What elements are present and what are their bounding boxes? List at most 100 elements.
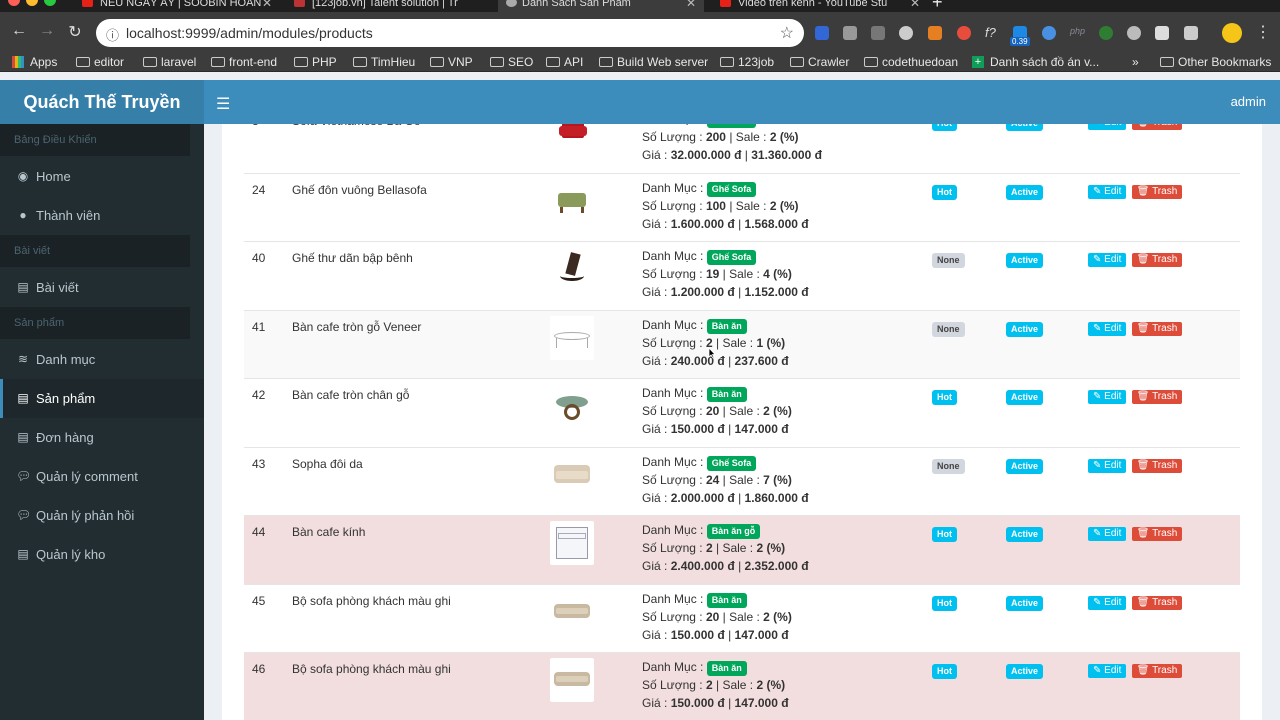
- menu-dots-icon[interactable]: ⋮: [1254, 22, 1272, 42]
- edit-button[interactable]: ✎ Edit: [1088, 595, 1127, 610]
- bookmark-folder[interactable]: TimHieu: [353, 54, 415, 70]
- gear-icon[interactable]: [899, 26, 913, 40]
- extension-icon[interactable]: [957, 26, 971, 40]
- bookmark-folder[interactable]: laravel: [143, 54, 196, 70]
- info-icon[interactable]: ⓘ: [106, 25, 119, 44]
- extension-icon[interactable]: [1099, 26, 1113, 40]
- bookmark-folder[interactable]: Crawler: [790, 54, 849, 70]
- php-icon[interactable]: php: [1070, 26, 1085, 40]
- close-window-button[interactable]: [8, 0, 20, 6]
- trash-button[interactable]: 🗑︎ Trash: [1131, 184, 1183, 199]
- status-badge[interactable]: Active: [1006, 390, 1044, 405]
- edit-button[interactable]: ✎ Edit: [1088, 184, 1127, 199]
- edit-button[interactable]: ✎ Edit: [1088, 390, 1127, 404]
- bookmark-sheet[interactable]: + Danh sách đồ án v...: [972, 54, 1099, 70]
- extension-icon[interactable]: [1184, 26, 1198, 40]
- bookmark-folder[interactable]: API: [546, 54, 583, 70]
- hot-badge[interactable]: None: [932, 458, 965, 474]
- hot-badge[interactable]: Hot: [932, 184, 957, 200]
- mask-icon[interactable]: [1155, 26, 1169, 40]
- atom-icon[interactable]: [1127, 26, 1141, 40]
- sidebar-item-categories[interactable]: ≋ Danh mục: [0, 340, 204, 379]
- avatar[interactable]: [1222, 23, 1242, 43]
- reload-icon[interactable]: ↻: [66, 22, 84, 42]
- address-bar[interactable]: ⓘ localhost:9999/admin/modules/products …: [96, 19, 804, 47]
- trash-button[interactable]: 🗑︎ Trash: [1131, 390, 1183, 404]
- product-id: 3: [244, 124, 284, 173]
- hot-badge[interactable]: Hot: [932, 527, 957, 542]
- status-cell: Active: [998, 583, 1080, 653]
- url-text[interactable]: localhost:9999/admin/modules/products: [126, 25, 373, 41]
- browser-tab[interactable]: Video trên kênh - YouTube Stu ✕: [720, 0, 920, 12]
- edit-button[interactable]: ✎ Edit: [1088, 321, 1127, 336]
- bookmark-folder[interactable]: Build Web server: [599, 54, 708, 70]
- trash-label: Trash: [1152, 124, 1177, 128]
- close-tab-icon[interactable]: ✕: [686, 0, 696, 12]
- sidebar-item-products[interactable]: ▤ Sản phẩm: [0, 379, 204, 418]
- sidebar-item-feedback[interactable]: 💬︎ Quản lý phản hồi: [0, 496, 204, 535]
- bookmark-folder[interactable]: front-end: [211, 54, 277, 70]
- browser-tab-active[interactable]: Danh Sách Sản Phẩm ✕: [498, 0, 704, 12]
- trash-button[interactable]: 🗑︎ Trash: [1131, 527, 1183, 541]
- hot-badge[interactable]: None: [932, 321, 965, 337]
- new-tab-icon[interactable]: +: [932, 0, 943, 12]
- bookmark-folder[interactable]: PHP: [294, 54, 337, 70]
- extension-icon[interactable]: [1042, 26, 1056, 40]
- extension-icon[interactable]: [815, 26, 829, 40]
- hot-badge[interactable]: Hot: [932, 390, 957, 405]
- user-menu[interactable]: admin: [1231, 94, 1266, 109]
- sidebar-item-orders[interactable]: ▤ Đơn hàng: [0, 418, 204, 457]
- bookmark-folder[interactable]: codethuedoan: [864, 54, 958, 70]
- hamburger-menu-icon[interactable]: ☰: [216, 94, 230, 114]
- status-badge[interactable]: Active: [1006, 184, 1044, 200]
- close-tab-icon[interactable]: ✕: [262, 0, 272, 12]
- edit-button[interactable]: ✎ Edit: [1088, 253, 1127, 267]
- hot-badge[interactable]: Hot: [932, 124, 957, 131]
- trash-button[interactable]: 🗑︎ Trash: [1131, 595, 1183, 610]
- browser-tab[interactable]: NẾU NGÀY ẤY | SOOBIN HOÀN ✕: [82, 0, 272, 12]
- bookmark-star-icon[interactable]: ☆: [780, 23, 794, 43]
- trash-button[interactable]: 🗑︎ Trash: [1131, 664, 1183, 678]
- hot-badge[interactable]: Hot: [932, 664, 957, 679]
- sidebar-item-members[interactable]: ● Thành viên: [0, 196, 204, 235]
- status-badge[interactable]: Active: [1006, 595, 1044, 611]
- edit-button[interactable]: ✎ Edit: [1088, 664, 1127, 678]
- edit-button[interactable]: ✎ Edit: [1088, 527, 1127, 541]
- hot-badge[interactable]: None: [932, 253, 965, 268]
- trash-button[interactable]: 🗑︎ Trash: [1131, 458, 1183, 473]
- camera-icon[interactable]: [843, 26, 857, 40]
- status-badge[interactable]: Active: [1006, 253, 1044, 268]
- hot-badge[interactable]: Hot: [932, 595, 957, 611]
- bookmark-folder[interactable]: SEO: [490, 54, 533, 70]
- bookmark-folder[interactable]: VNP: [430, 54, 473, 70]
- status-badge[interactable]: Active: [1006, 664, 1044, 679]
- sidebar-item-home[interactable]: ◉ Home: [0, 157, 204, 196]
- more-bookmarks-icon[interactable]: »: [1114, 54, 1139, 70]
- maximize-window-button[interactable]: [44, 0, 56, 6]
- edit-button[interactable]: ✎ Edit: [1088, 458, 1127, 473]
- logo[interactable]: Quách Thế Truyền: [0, 80, 204, 124]
- edit-button[interactable]: ✎ Edit: [1088, 124, 1127, 130]
- sidebar-item-posts[interactable]: ▤ Bài viết: [0, 268, 204, 307]
- bookmark-folder[interactable]: editor: [76, 54, 124, 70]
- bookmark-apps[interactable]: Apps: [12, 54, 57, 70]
- trash-button[interactable]: 🗑︎ Trash: [1131, 321, 1183, 336]
- status-badge[interactable]: Active: [1006, 527, 1044, 542]
- back-icon[interactable]: ←: [10, 22, 28, 40]
- status-badge[interactable]: Active: [1006, 458, 1044, 474]
- trash-button[interactable]: 🗑︎ Trash: [1131, 124, 1183, 130]
- extension-icon[interactable]: [871, 26, 885, 40]
- forward-icon[interactable]: →: [38, 22, 56, 40]
- sidebar-item-warehouse[interactable]: ▤ Quản lý kho: [0, 535, 204, 574]
- status-badge[interactable]: Active: [1006, 124, 1044, 131]
- status-badge[interactable]: Active: [1006, 321, 1044, 337]
- trash-button[interactable]: 🗑︎ Trash: [1131, 253, 1183, 267]
- sidebar-item-comments[interactable]: 💬︎ Quản lý comment: [0, 457, 204, 496]
- extension-icon[interactable]: [928, 26, 942, 40]
- bookmark-folder[interactable]: Other Bookmarks: [1160, 54, 1271, 70]
- minimize-window-button[interactable]: [26, 0, 38, 6]
- bookmark-folder[interactable]: 123job: [720, 54, 774, 70]
- browser-tab[interactable]: [123job.vn] Talent solution | Tr: [294, 0, 494, 12]
- function-icon[interactable]: f?: [985, 26, 999, 40]
- close-tab-icon[interactable]: ✕: [910, 0, 920, 12]
